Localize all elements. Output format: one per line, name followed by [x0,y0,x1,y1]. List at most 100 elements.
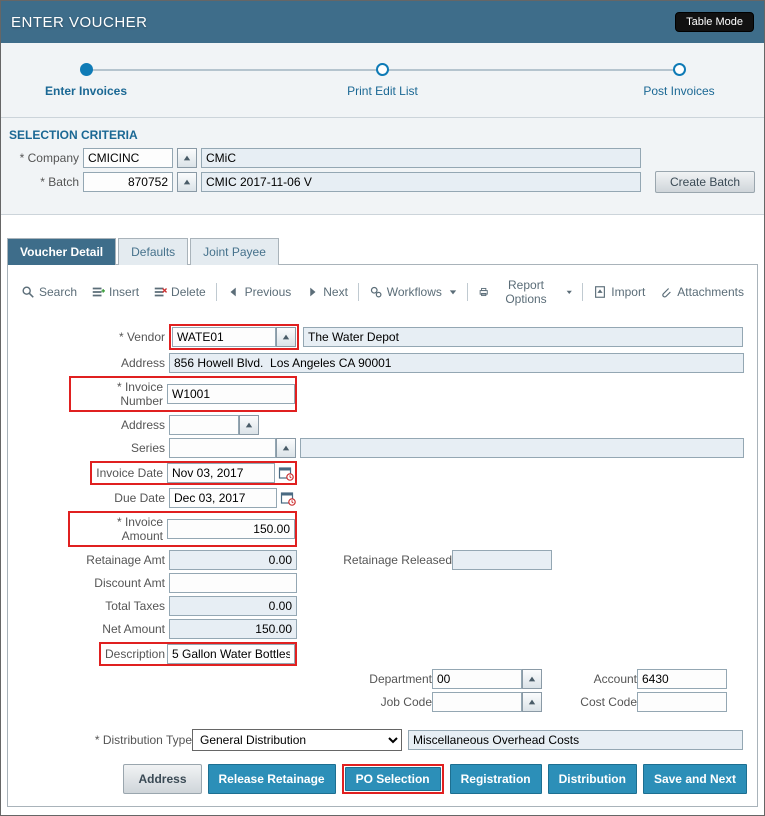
tab-defaults[interactable]: Defaults [118,238,188,265]
registration-button[interactable]: Registration [450,764,542,794]
selection-criteria-heading: SELECTION CRITERIA [9,128,756,142]
vendor-address-display [169,353,744,373]
job-code-lov-button[interactable] [522,692,542,712]
address-button[interactable]: Address [123,764,201,794]
triangle-up-icon [183,154,191,162]
series-label: Series [12,441,169,455]
distribution-type-select[interactable]: General Distribution [192,729,402,751]
invoice-date-picker-button[interactable] [277,464,295,482]
account-label: Account [542,672,637,686]
chevron-down-icon [449,288,457,296]
invoice-number-label: * Invoice Number [71,378,167,410]
invoice-amount-label: * Invoice Amount [70,513,167,545]
arrow-left-icon [227,285,241,299]
company-lov-button[interactable] [177,148,197,168]
retainage-released-label: Retainage Released [337,553,452,567]
net-amount-display [169,619,297,639]
company-label: * Company [9,151,79,165]
alt-address-label: Address [12,418,169,432]
step-progress: Enter Invoices Print Edit List Post Invo… [1,43,764,118]
attachments-button[interactable]: Attachments [652,281,751,303]
batch-lov-button[interactable] [177,172,197,192]
due-date-input[interactable] [169,488,277,508]
table-mode-button[interactable]: Table Mode [675,12,754,32]
company-code-input[interactable] [83,148,173,168]
cost-code-input[interactable] [637,692,727,712]
distribution-button[interactable]: Distribution [548,764,637,794]
import-icon [593,285,607,299]
alt-address-input[interactable] [169,415,239,435]
total-taxes-label: Total Taxes [12,599,169,613]
triangle-up-icon [528,698,536,706]
description-label: Description [101,645,167,663]
workflows-button[interactable]: Workflows [362,281,464,303]
vendor-label: * Vendor [12,330,169,344]
toolbar: Search Insert Delete Previous Next Workf… [12,271,753,316]
invoice-amount-input[interactable] [167,519,295,539]
department-lov-button[interactable] [522,669,542,689]
next-button[interactable]: Next [298,281,355,303]
invoice-date-label: Invoice Date [92,464,167,482]
po-selection-button[interactable]: PO Selection [345,767,441,791]
discount-amt-label: Discount Amt [12,576,169,590]
retainage-released-display [452,550,552,570]
report-options-button[interactable]: Report Options [471,274,580,310]
description-input[interactable] [167,644,295,664]
insert-button[interactable]: Insert [84,281,146,303]
tab-voucher-detail[interactable]: Voucher Detail [7,238,116,265]
retainage-amt-label: Retainage Amt [12,553,169,567]
paperclip-icon [659,285,673,299]
gears-icon [369,285,383,299]
department-input[interactable] [432,669,522,689]
series-input[interactable] [169,438,276,458]
vendor-name-display [303,327,743,347]
vendor-code-input[interactable] [172,327,276,347]
page-title: ENTER VOUCHER [11,14,148,31]
create-batch-button[interactable]: Create Batch [655,171,755,193]
job-code-input[interactable] [432,692,522,712]
series-lov-button[interactable] [276,438,296,458]
tab-joint-payee[interactable]: Joint Payee [190,238,279,265]
batch-code-input[interactable] [83,172,173,192]
vendor-lov-button[interactable] [276,327,296,347]
delete-button[interactable]: Delete [146,281,213,303]
import-button[interactable]: Import [586,281,652,303]
net-amount-label: Net Amount [12,622,169,636]
distribution-type-label: * Distribution Type [82,733,192,747]
calendar-icon [278,465,294,481]
department-label: Department [352,672,432,686]
chevron-down-icon [566,288,573,296]
triangle-up-icon [282,333,290,341]
search-icon [21,285,35,299]
alt-address-lov-button[interactable] [239,415,259,435]
search-button[interactable]: Search [14,281,84,303]
previous-button[interactable]: Previous [220,281,299,303]
invoice-number-input[interactable] [167,384,295,404]
series-desc-display [300,438,744,458]
calendar-icon [280,490,296,506]
vendor-address-label: Address [12,356,169,370]
save-and-next-button[interactable]: Save and Next [643,764,747,794]
invoice-date-input[interactable] [167,463,275,483]
retainage-amt-display [169,550,297,570]
printer-icon [478,285,489,299]
release-retainage-button[interactable]: Release Retainage [208,764,336,794]
job-code-label: Job Code [352,695,432,709]
step-print-edit-list[interactable]: Print Edit List [323,63,443,98]
discount-amt-input[interactable] [169,573,297,593]
distribution-type-desc-display [408,730,743,750]
triangle-up-icon [183,178,191,186]
triangle-up-icon [282,444,290,452]
due-date-label: Due Date [12,491,169,505]
due-date-picker-button[interactable] [279,489,297,507]
triangle-up-icon [245,421,253,429]
delete-icon [153,285,167,299]
step-post-invoices[interactable]: Post Invoices [619,63,739,98]
account-input[interactable] [637,669,727,689]
insert-icon [91,285,105,299]
step-enter-invoices[interactable]: Enter Invoices [26,63,146,98]
triangle-up-icon [528,675,536,683]
cost-code-label: Cost Code [542,695,637,709]
company-name-display [201,148,641,168]
arrow-right-icon [305,285,319,299]
